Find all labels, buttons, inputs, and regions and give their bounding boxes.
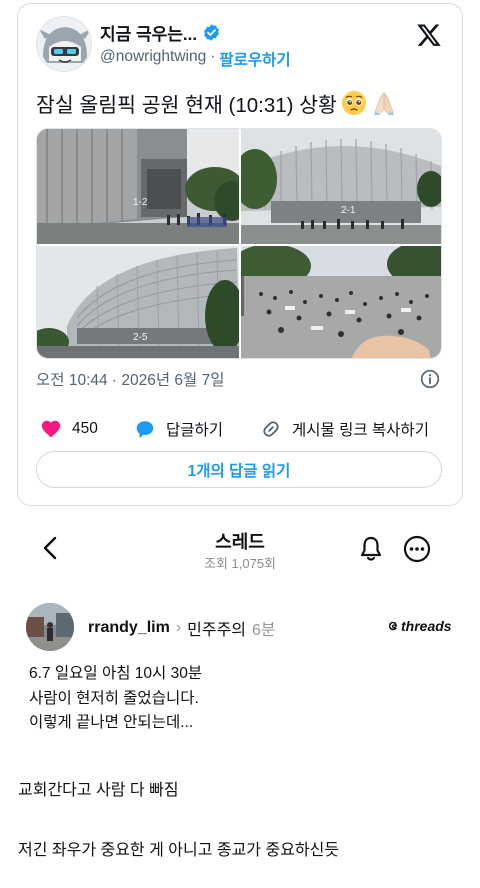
link-icon xyxy=(263,421,279,437)
photo-2-label: 2-1 xyxy=(341,205,356,216)
verified-badge-icon xyxy=(204,24,220,41)
read-replies-button[interactable]: 1개의 답글 읽기 xyxy=(36,451,442,488)
heart-icon xyxy=(41,420,61,438)
tweet-media-grid[interactable]: 1-2 2-1 2-5 xyxy=(36,128,442,359)
threads-header: 스레드 조회 1,075회 xyxy=(0,522,480,578)
tweet-header: 지금 극우는... @nowrightwing · 팔로우하기 xyxy=(36,16,446,76)
post-line: 6.7 일요일 아침 10시 30분 xyxy=(29,665,203,682)
photo-stadium-facade[interactable]: 2-1 xyxy=(241,129,441,244)
post-line: 이렇게 끝나면 안되는데... xyxy=(29,714,194,731)
post-community[interactable]: 민주주의 xyxy=(187,616,246,640)
reply-label: 답글하기 xyxy=(166,422,224,439)
reply-bubble-icon xyxy=(136,421,154,439)
like-count: 450 xyxy=(72,420,98,437)
x-logo-icon[interactable] xyxy=(416,22,442,48)
chevron-right-icon: › xyxy=(175,619,182,636)
reply-button[interactable]: 답글하기 xyxy=(134,418,260,440)
photo-plaza-crowd[interactable] xyxy=(241,246,441,358)
comment-text: 교회간다고 사람 다 빠짐 xyxy=(18,782,179,799)
more-options-icon[interactable] xyxy=(403,535,431,563)
tweet-card[interactable]: 지금 극우는... @nowrightwing · 팔로우하기 잠실 올림픽 공… xyxy=(17,3,463,506)
photo-stadium-dome[interactable]: 2-5 xyxy=(37,246,239,358)
photo-1-label: 1-2 xyxy=(133,197,148,208)
like-button[interactable]: 450 xyxy=(40,418,134,440)
tweet-text: 잠실 올림픽 공원 현재 (10:31) 상황 xyxy=(36,94,337,117)
tweet-actions: 450 답글하기 게시물 링크 복사하기 xyxy=(40,416,444,442)
threads-wordmark: threads xyxy=(401,618,452,634)
threads-logo: threads xyxy=(386,618,452,634)
post-line: 사람이 현저히 줄었습니다. xyxy=(29,689,199,707)
copy-link-label: 게시물 링크 복사하기 xyxy=(292,422,429,439)
bell-icon[interactable] xyxy=(358,535,384,563)
handle-row: @nowrightwing · 팔로우하기 xyxy=(100,48,291,70)
tweet-time-row: 오전 10:44 · 2026년 6월 7일 xyxy=(36,368,444,390)
copy-link-button[interactable]: 게시물 링크 복사하기 xyxy=(260,418,429,440)
author-avatar[interactable] xyxy=(36,16,92,72)
post-age: 6분 xyxy=(252,622,276,639)
author-name[interactable]: 지금 극우는... xyxy=(100,20,197,45)
post-username[interactable]: rrandy_lim xyxy=(88,619,170,637)
post-user-row: rrandy_lim › 민주주의 6분 xyxy=(88,616,276,640)
tweet-text-row: 잠실 올림픽 공원 현재 (10:31) 상황 xyxy=(36,88,397,118)
pleading-face-icon xyxy=(341,91,366,115)
tweet-timestamp[interactable]: 오전 10:44 · 2026년 6월 7일 xyxy=(36,372,225,389)
follow-button[interactable]: 팔로우하기 xyxy=(219,48,290,70)
post-avatar[interactable] xyxy=(26,603,74,651)
comment-text: 저긴 좌우가 중요한 게 아니고 종교가 중요하신듯 xyxy=(18,842,340,859)
author-handle[interactable]: @nowrightwing xyxy=(100,48,206,70)
handle-separator: · xyxy=(210,48,216,65)
author-name-row: 지금 극우는... xyxy=(100,20,221,45)
info-icon[interactable] xyxy=(420,369,440,389)
folded-hands-icon xyxy=(373,92,394,115)
threads-at-icon xyxy=(388,621,397,631)
photo-stadium-entrance[interactable]: 1-2 xyxy=(37,129,239,244)
post-body: 6.7 일요일 아침 10시 30분 사람이 현저히 줄었습니다. 이렇게 끝나… xyxy=(29,662,202,736)
photo-3-label: 2-5 xyxy=(133,332,148,343)
